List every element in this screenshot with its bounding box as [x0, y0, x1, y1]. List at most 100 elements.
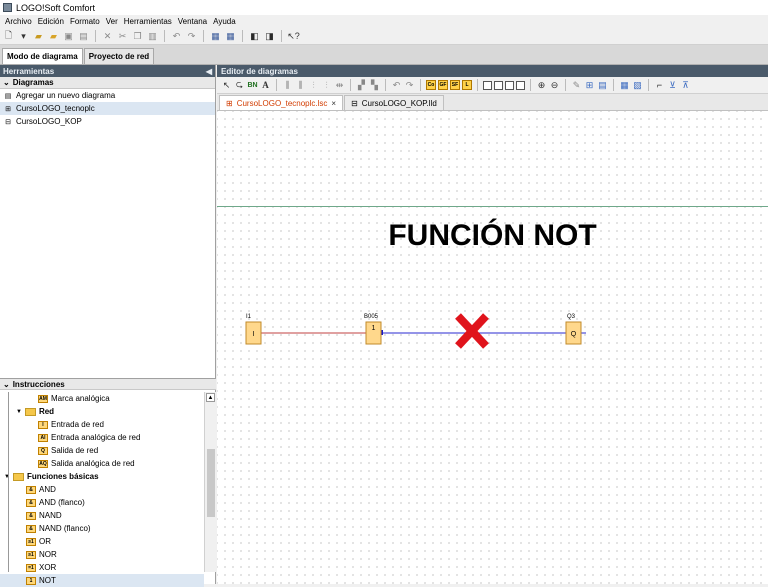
parameter-icon[interactable]: ▧ — [632, 79, 643, 92]
logo-to-pc-icon[interactable]: ▦ — [224, 30, 237, 43]
redo-icon[interactable]: ↷ — [185, 30, 198, 43]
zoom-in-icon[interactable]: ⊕ — [536, 79, 547, 92]
special-functions-button[interactable]: SF — [450, 80, 460, 90]
menu-formato[interactable]: Formato — [67, 17, 103, 26]
diagram-item-add[interactable]: ▤ Agregar un nuevo diagrama — [0, 89, 215, 102]
network-input-icon: I — [38, 420, 48, 429]
arrange-down-icon[interactable]: ⊻ — [667, 79, 678, 92]
arrange-up-icon[interactable]: ⊼ — [680, 79, 691, 92]
tab-cursologo-tecnoplc[interactable]: ⊞ CursoLOGO_tecnoplc.lsc × — [219, 95, 344, 110]
print-icon[interactable]: ▤ — [77, 30, 90, 43]
page-icon[interactable]: ▤ — [597, 79, 608, 92]
instr-item[interactable]: Q Salida de red — [0, 444, 204, 457]
collapse-panel-icon[interactable]: ◀ — [206, 67, 212, 76]
simulation-icon[interactable]: ◧ — [248, 30, 261, 43]
instr-item[interactable]: AQ Salida analógica de red — [0, 457, 204, 470]
select-tool-icon[interactable]: ↖ — [221, 79, 232, 92]
tab-diagram-mode[interactable]: Modo de diagrama — [2, 48, 83, 64]
text-tool-icon[interactable]: A — [260, 79, 271, 92]
menu-ver[interactable]: Ver — [103, 17, 121, 26]
pen-icon[interactable]: ✎ — [571, 79, 582, 92]
editor-tabs: ⊞ CursoLOGO_tecnoplc.lsc × ⊟ CursoLOGO_K… — [217, 94, 768, 111]
copy-icon[interactable]: ❐ — [131, 30, 144, 43]
align-bottom-icon[interactable]: ⫶ — [321, 79, 332, 92]
cascade-view-icon[interactable] — [516, 80, 525, 90]
diagram-item-label: CursoLOGO_KOP — [16, 117, 82, 126]
tile-view-icon[interactable] — [505, 80, 514, 90]
cut-icon[interactable]: ✕ — [101, 30, 114, 43]
new-folder-icon[interactable]: ▰ — [32, 30, 45, 43]
instr-item[interactable]: =1 XOR — [0, 561, 204, 574]
instructions-scrollbar[interactable]: ▲ — [204, 392, 216, 572]
block-tool-icon[interactable]: BN — [247, 79, 258, 92]
new-file-icon[interactable]: 🗋 — [2, 30, 15, 43]
toolbar-separator — [477, 79, 478, 91]
menu-edicion[interactable]: Edición — [35, 17, 67, 26]
new-menu-icon[interactable]: ▾ — [17, 30, 30, 43]
instr-item[interactable]: AM Marca analógica — [0, 392, 204, 405]
scrollbar-thumb[interactable] — [207, 449, 215, 517]
diagrams-section-header[interactable]: ⌄ Diagramas — [0, 77, 215, 89]
split-view-icon[interactable] — [494, 80, 503, 90]
menu-herramientas[interactable]: Herramientas — [121, 17, 175, 26]
instr-group[interactable]: ▼ Red — [0, 405, 204, 418]
group-icon[interactable]: ▞ — [356, 79, 367, 92]
undo-icon[interactable]: ↶ — [391, 79, 402, 92]
redo-icon[interactable]: ↷ — [404, 79, 415, 92]
cut-alt-icon[interactable]: ✂ — [116, 30, 129, 43]
basic-functions-button[interactable]: GF — [438, 80, 448, 90]
instr-item[interactable]: I Entrada de red — [0, 418, 204, 431]
block-symbol-b005: 1 — [372, 325, 376, 332]
connector-icon[interactable]: ⌐ — [654, 79, 665, 92]
diagram-item-tecnoplc[interactable]: ⊞ CursoLOGO_tecnoplc — [0, 102, 215, 115]
single-view-icon[interactable] — [483, 80, 492, 90]
menu-bar: Archivo Edición Formato Ver Herramientas… — [0, 15, 768, 28]
instr-label: NOR — [39, 550, 57, 559]
instructions-section-header[interactable]: ⌄ Instrucciones — [0, 378, 216, 390]
instr-label: XOR — [39, 563, 57, 572]
scroll-up-icon[interactable]: ▲ — [206, 393, 215, 402]
instr-item[interactable]: & NAND (flanco) — [0, 522, 204, 535]
editor-title: Editor de diagramas — [221, 66, 298, 76]
instr-item[interactable]: & NAND — [0, 509, 204, 522]
or-icon: ≥1 — [26, 537, 36, 546]
instr-group[interactable]: ▼ Funciones básicas — [0, 470, 204, 483]
menu-ayuda[interactable]: Ayuda — [210, 17, 239, 26]
tab-network-project[interactable]: Proyecto de red — [83, 48, 155, 64]
tab-cursologo-kop[interactable]: ⊟ CursoLOGO_KOP.lld — [344, 95, 444, 110]
and-icon: & — [26, 485, 36, 494]
menu-ventana[interactable]: Ventana — [175, 17, 210, 26]
align-top-icon[interactable]: ⫶ — [308, 79, 319, 92]
udf-button[interactable]: L — [462, 80, 472, 90]
xor-icon: =1 — [26, 563, 36, 572]
instr-item[interactable]: & AND (flanco) — [0, 496, 204, 509]
constants-button[interactable]: Co — [426, 80, 436, 90]
paste-icon[interactable]: ▥ — [146, 30, 159, 43]
online-test-icon[interactable]: ◨ — [263, 30, 276, 43]
undo-icon[interactable]: ↶ — [170, 30, 183, 43]
align-right-icon[interactable]: ⫼ — [295, 79, 306, 92]
pc-to-logo-icon[interactable]: ▦ — [209, 30, 222, 43]
open-folder-icon[interactable]: ▰ — [47, 30, 60, 43]
grid-icon[interactable]: ⊞ — [584, 79, 595, 92]
toolbar-separator — [95, 30, 96, 42]
distribute-icon[interactable]: ⇹ — [334, 79, 345, 92]
fbd-diagram-icon: ⊞ — [5, 105, 11, 113]
diagram-item-kop[interactable]: ⊟ CursoLOGO_KOP — [0, 115, 215, 128]
instr-item[interactable]: ≥1 OR — [0, 535, 204, 548]
close-icon[interactable]: × — [331, 99, 336, 108]
align-left-icon[interactable]: ⫼ — [282, 79, 293, 92]
instr-item[interactable]: AI Entrada analógica de red — [0, 431, 204, 444]
context-help-icon[interactable]: ↖? — [287, 30, 300, 43]
save-icon[interactable]: ▣ — [62, 30, 75, 43]
instr-item[interactable]: 1 NOT — [0, 574, 204, 587]
instr-item[interactable]: & AND — [0, 483, 204, 496]
properties-icon[interactable]: ▦ — [619, 79, 630, 92]
instr-item[interactable]: ≥1 NOR — [0, 548, 204, 561]
instr-label: Marca analógica — [51, 394, 110, 403]
zoom-out-icon[interactable]: ⊖ — [549, 79, 560, 92]
connect-tool-icon[interactable]: ⮎ — [234, 79, 245, 92]
ungroup-icon[interactable]: ▚ — [369, 79, 380, 92]
menu-archivo[interactable]: Archivo — [2, 17, 35, 26]
diagram-canvas[interactable]: FUNCIÓN NOT I1 I B005 1 Q3 Q — [217, 111, 768, 584]
